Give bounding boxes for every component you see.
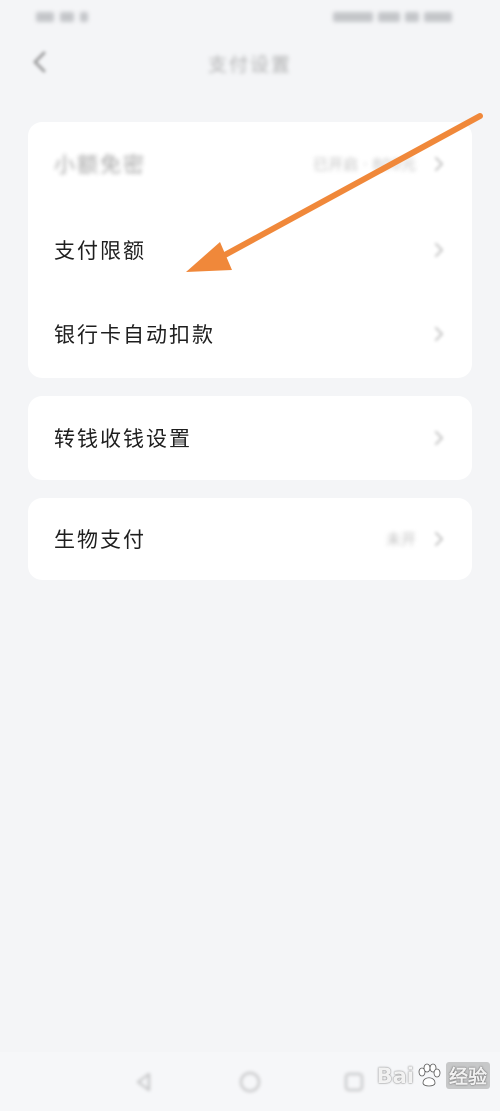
nav-home-button[interactable]	[236, 1068, 264, 1096]
watermark-brand-right: 经验	[445, 1062, 490, 1089]
nav-back-button[interactable]	[130, 1068, 158, 1096]
settings-row-value: 未开	[385, 530, 416, 549]
settings-row-value: 已开启 · 800元	[313, 155, 416, 174]
settings-row-label: 小额免密	[54, 153, 146, 177]
settings-row-label: 银行卡自动扣款	[54, 323, 215, 347]
status-bar	[0, 0, 500, 34]
baidu-jingyan-watermark: Bai 经验	[377, 1062, 490, 1089]
header: 支付设置	[0, 34, 500, 90]
page-title: 支付设置	[207, 54, 292, 76]
settings-row-bank-auto-debit[interactable]: 银行卡自动扣款	[28, 292, 472, 376]
settings-card-payment: 小额免密 已开启 · 800元 支付限额 银行卡自动扣款	[28, 122, 472, 378]
paw-logo-icon	[418, 1063, 441, 1086]
chevron-right-icon	[435, 431, 443, 445]
settings-row-bio-pay[interactable]: 生物支付 未开	[28, 498, 472, 580]
settings-row-small-free-pay[interactable]: 小额免密 已开启 · 800元	[28, 122, 472, 206]
settings-row-label: 转钱收钱设置	[54, 427, 192, 451]
status-bar-right	[322, 10, 452, 24]
settings-row-pay-limit[interactable]: 支付限额	[28, 208, 472, 292]
settings-row-transfer-settings[interactable]: 转钱收钱设置	[28, 396, 472, 480]
chevron-right-icon	[435, 327, 443, 341]
watermark-brand-left: Bai	[376, 1063, 414, 1088]
triangle-back-icon	[137, 1073, 150, 1091]
circle-home-icon	[240, 1072, 260, 1092]
chevron-right-icon	[435, 157, 443, 171]
settings-row-label: 生物支付	[54, 528, 146, 552]
settings-card-bio: 生物支付 未开	[28, 498, 472, 580]
nav-recent-button[interactable]	[340, 1068, 368, 1096]
chevron-right-icon	[435, 532, 443, 546]
chevron-right-icon	[435, 243, 443, 257]
settings-card-transfer: 转钱收钱设置	[28, 396, 472, 480]
square-recent-icon	[345, 1073, 363, 1091]
settings-row-label: 支付限额	[54, 239, 146, 263]
status-bar-left	[36, 10, 110, 24]
